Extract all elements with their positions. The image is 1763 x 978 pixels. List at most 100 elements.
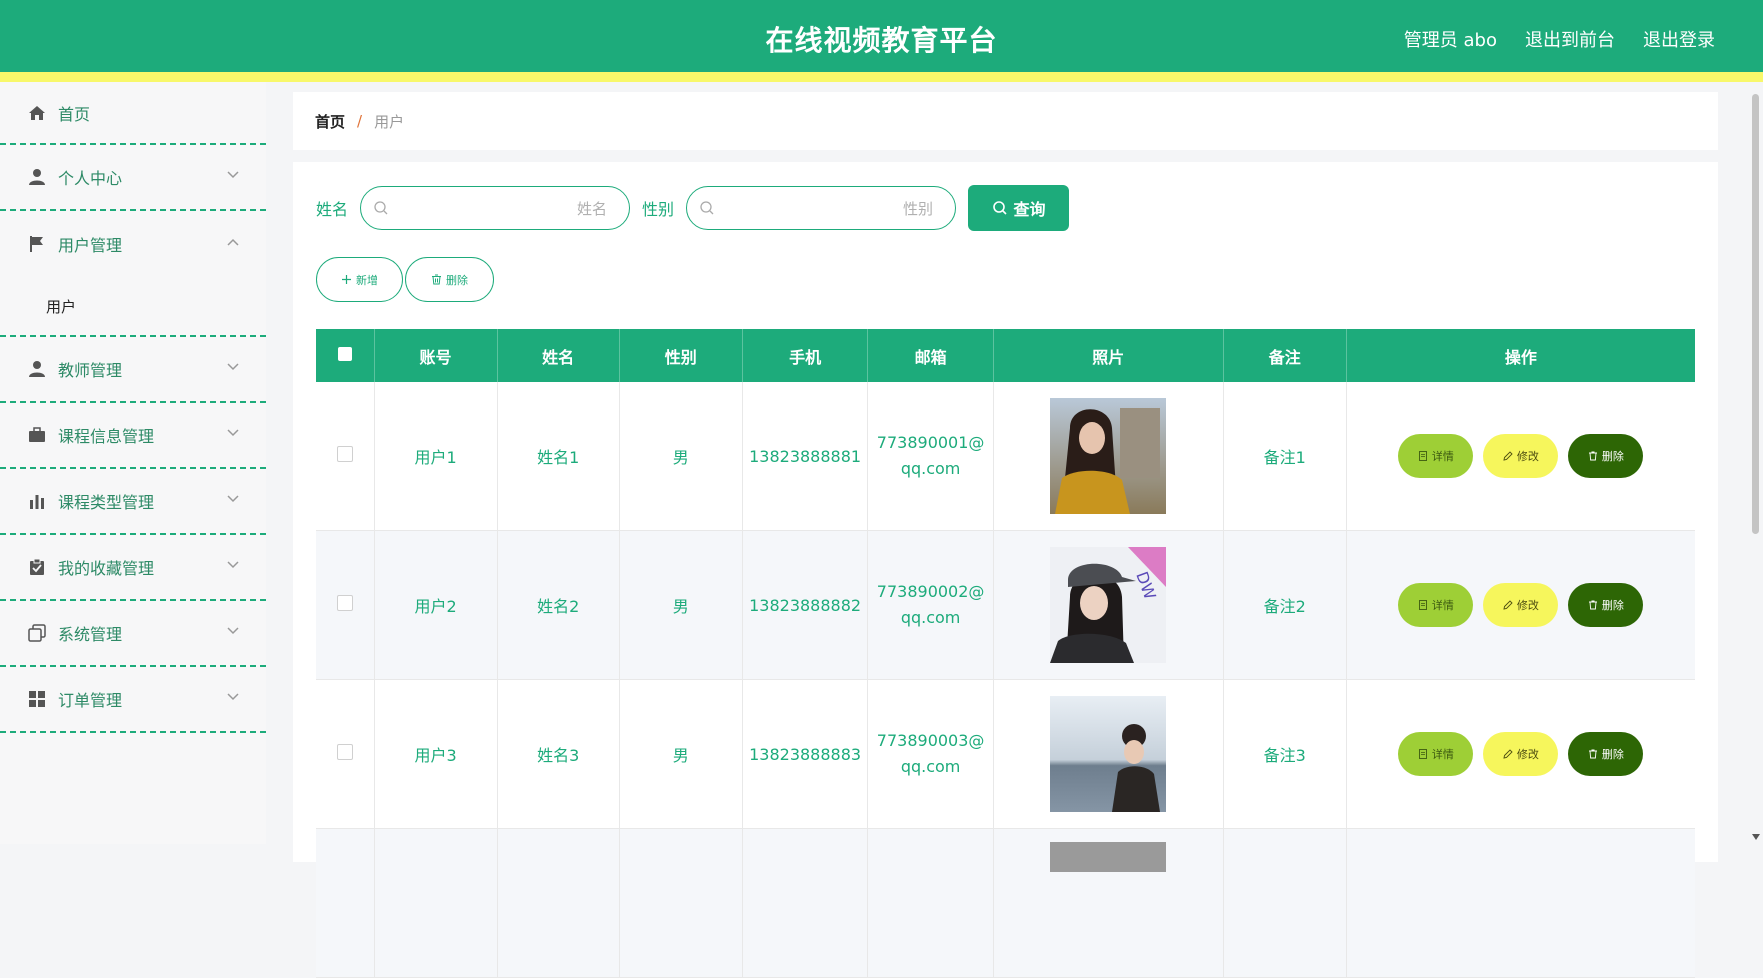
select-all-checkbox[interactable]	[337, 347, 352, 361]
actions-cell: 详情 修改 删除	[1346, 530, 1695, 680]
clipboard-icon	[28, 558, 46, 576]
home-icon	[28, 104, 46, 122]
detail-button[interactable]: 详情	[1398, 732, 1474, 776]
gender-search-input[interactable]	[723, 195, 936, 223]
delete-button[interactable]: 删除	[1568, 434, 1644, 478]
email-cell: 773890001@ qq.com	[867, 382, 994, 531]
sidebar-item-label: 课程类型管理	[58, 493, 155, 512]
sidebar-item-label: 订单管理	[58, 691, 123, 710]
sidebar-item-course-info-management[interactable]: 课程信息管理	[0, 403, 266, 469]
batch-delete-label: 删除	[446, 273, 468, 287]
detail-button[interactable]: 详情	[1398, 583, 1474, 627]
sidebar-item-system-management[interactable]: 系统管理	[0, 601, 266, 667]
search-row: 姓名 性别 查询	[316, 185, 1070, 231]
sidebar: 首页 个人中心 用户管理 用户 教师管理 课程信息管理 课程类型管理 我的收藏管…	[0, 82, 266, 844]
gender-search-box	[686, 186, 957, 230]
row-select-cell	[316, 530, 375, 680]
delete-button-label: 删除	[1601, 450, 1624, 463]
edit-button-label: 修改	[1516, 599, 1539, 612]
row-select-cell	[316, 382, 375, 531]
query-button[interactable]: 查询	[968, 185, 1070, 231]
chevron-down-icon	[227, 561, 239, 569]
sidebar-item-order-management[interactable]: 订单管理	[0, 667, 266, 733]
email-local-part: 773890001@	[876, 433, 985, 452]
table-row: 用户1 姓名1 男 13823888881 773890001@ qq.com 备…	[316, 382, 1695, 531]
user-photo[interactable]	[1050, 696, 1167, 812]
page-scrollbar[interactable]	[1748, 82, 1763, 844]
chevron-down-icon	[227, 495, 239, 503]
chevron-down-icon	[227, 627, 239, 635]
sidebar-item-course-type-management[interactable]: 课程类型管理	[0, 469, 266, 535]
chevron-down-icon	[227, 363, 239, 371]
column-header-account: 账号	[374, 329, 498, 382]
logout-link[interactable]: 退出登录	[1643, 0, 1715, 72]
user-table: 账号 姓名 性别 手机 邮箱 照片 备注 操作 用户1 姓名1 男 138238…	[316, 329, 1695, 978]
email-local-part: 773890003@	[876, 731, 985, 750]
row-checkbox[interactable]	[336, 744, 353, 760]
sidebar-item-label: 用户管理	[58, 236, 123, 255]
trash-icon	[1588, 451, 1597, 461]
delete-button[interactable]: 删除	[1568, 732, 1644, 776]
account-cell: 用户1	[374, 382, 498, 531]
row-checkbox[interactable]	[336, 595, 353, 611]
email-domain: qq.com	[900, 757, 961, 776]
top-header: 在线视频教育平台 管理员 abo 退出到前台 退出登录	[0, 0, 1763, 82]
plus-icon	[342, 275, 351, 284]
account-cell: 用户2	[374, 530, 498, 680]
detail-button-label: 详情	[1431, 599, 1454, 612]
sidebar-item-teacher-management[interactable]: 教师管理	[0, 337, 266, 403]
column-header-note: 备注	[1223, 329, 1347, 382]
user-photo[interactable]	[1050, 842, 1167, 872]
edit-button[interactable]: 修改	[1483, 583, 1559, 627]
edit-button-label: 修改	[1516, 450, 1539, 463]
header-links: 管理员 abo 退出到前台 退出登录	[1404, 0, 1715, 72]
user-photo[interactable]: DW	[1050, 547, 1167, 663]
sidebar-item-label: 教师管理	[58, 361, 123, 380]
action-row: 新增 删除	[316, 257, 494, 302]
sidebar-item-label: 系统管理	[58, 625, 123, 644]
breadcrumb-separator: /	[357, 112, 363, 130]
sidebar-item-personal-center[interactable]: 个人中心	[0, 145, 266, 211]
breadcrumb: 首页 / 用户	[293, 92, 1718, 150]
breadcrumb-home[interactable]: 首页	[315, 111, 345, 132]
sidebar-item-home[interactable]: 首页	[0, 82, 266, 145]
back-to-front-link[interactable]: 退出到前台	[1525, 0, 1615, 72]
sidebar-item-label: 个人中心	[58, 169, 123, 188]
detail-button-label: 详情	[1431, 450, 1454, 463]
table-header-row: 账号 姓名 性别 手机 邮箱 照片 备注 操作	[316, 329, 1695, 382]
name-cell: 姓名3	[497, 679, 620, 829]
search-icon	[374, 201, 388, 215]
sidebar-item-user-management[interactable]: 用户管理	[0, 211, 266, 277]
edit-button[interactable]: 修改	[1483, 732, 1559, 776]
phone-cell: 13823888883	[742, 679, 869, 829]
admin-user-link[interactable]: 管理员 abo	[1404, 0, 1497, 72]
delete-button[interactable]: 删除	[1568, 583, 1644, 627]
copy-icon	[28, 624, 46, 642]
user-photo[interactable]	[1050, 398, 1167, 514]
trash-icon	[432, 274, 441, 285]
flag-icon	[28, 235, 46, 253]
table-row: 用户2 姓名2 男 13823888882 773890002@ qq.com D…	[316, 530, 1695, 680]
grid-icon	[28, 690, 46, 708]
note-cell: 备注1	[1223, 382, 1347, 531]
phone-cell: 13823888881	[742, 382, 869, 531]
batch-delete-button[interactable]: 删除	[405, 257, 494, 302]
scrollbar-thumb[interactable]	[1752, 94, 1759, 534]
column-header-actions: 操作	[1346, 329, 1695, 382]
sidebar-subitem-user[interactable]: 用户	[0, 277, 266, 335]
select-all-header	[316, 329, 375, 382]
column-header-photo: 照片	[993, 329, 1224, 382]
detail-button[interactable]: 详情	[1398, 434, 1474, 478]
delete-button-label: 删除	[1601, 599, 1624, 612]
row-checkbox[interactable]	[336, 446, 353, 462]
photo-cell: DW	[993, 530, 1224, 680]
email-domain: qq.com	[900, 459, 961, 478]
table-row-partial	[316, 828, 1695, 978]
photo-cell	[993, 382, 1224, 531]
name-search-input[interactable]	[397, 195, 610, 223]
sidebar-item-favorites-management[interactable]: 我的收藏管理	[0, 535, 266, 601]
add-button[interactable]: 新增	[316, 257, 403, 302]
edit-button-label: 修改	[1516, 748, 1539, 761]
edit-button[interactable]: 修改	[1483, 434, 1559, 478]
scroll-down-arrow-icon[interactable]	[1752, 834, 1760, 840]
